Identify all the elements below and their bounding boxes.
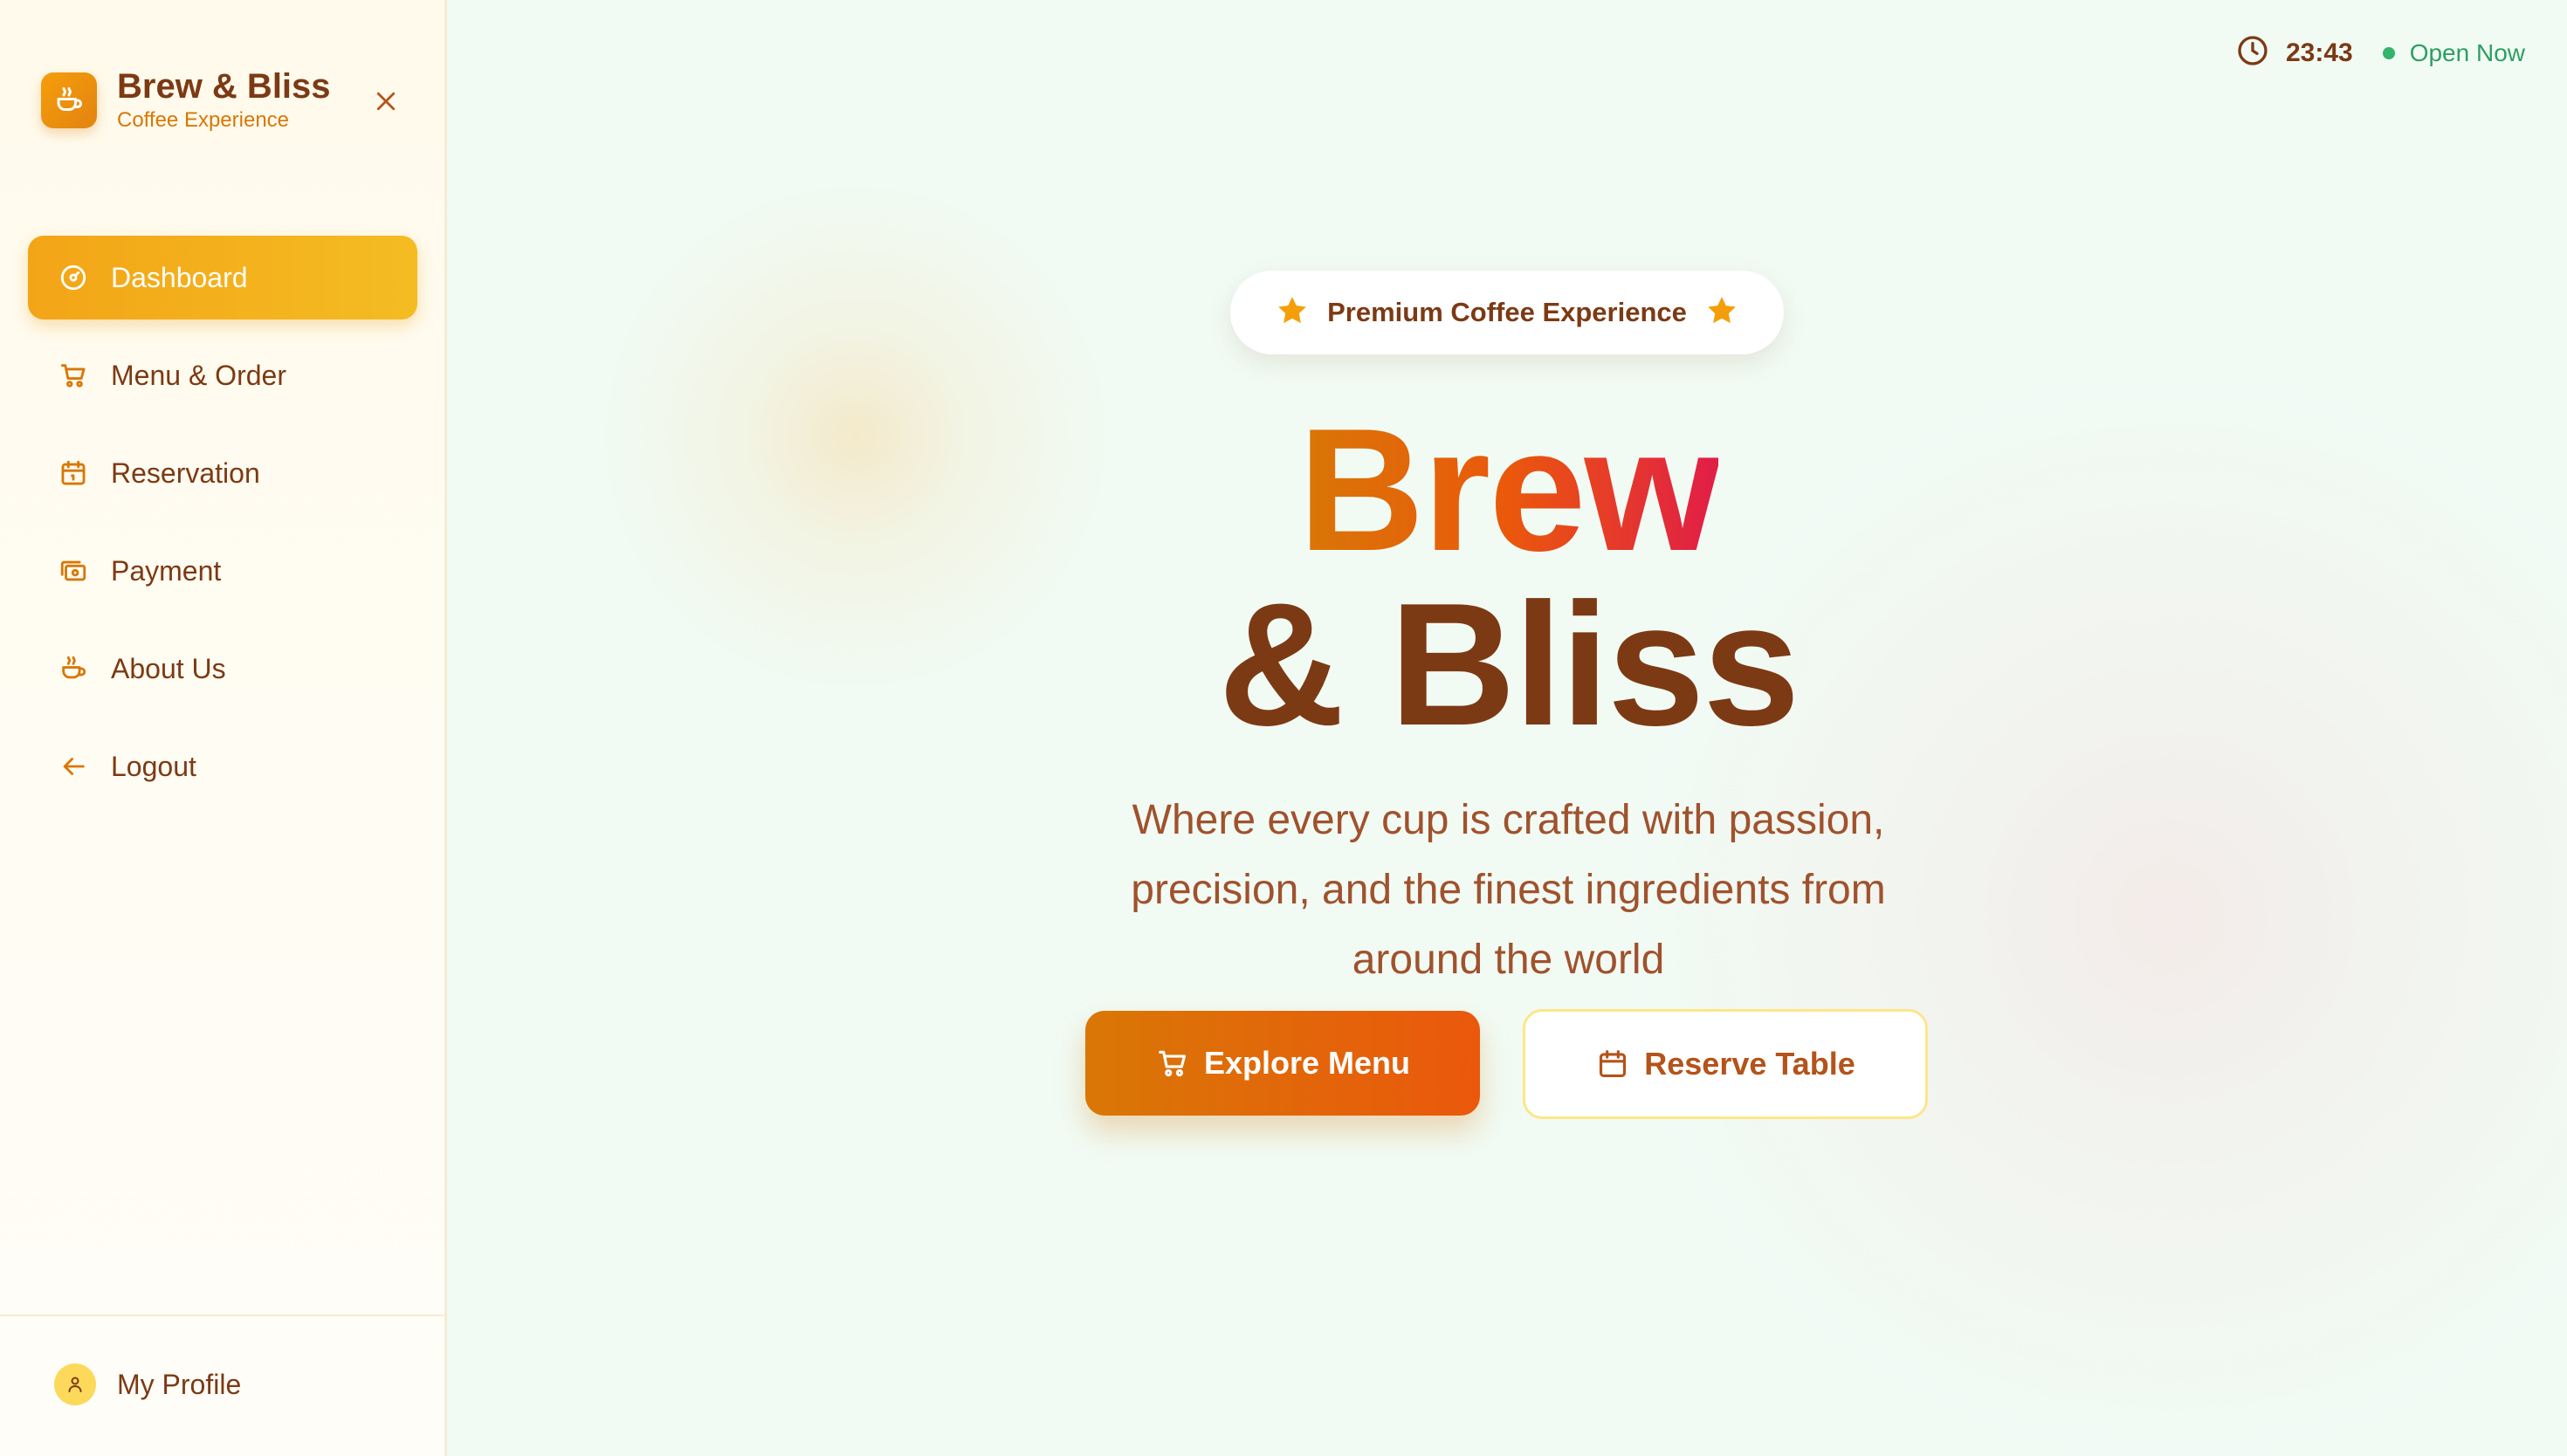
brand: Brew & Bliss Coffee Experience: [41, 66, 331, 134]
sidebar-item-payment[interactable]: Payment: [28, 529, 417, 613]
my-profile-button[interactable]: My Profile: [54, 1363, 241, 1405]
dashboard-icon: [58, 262, 89, 293]
hero-title-line1-wrap: Brew: [450, 403, 2567, 578]
star-icon: [1704, 293, 1739, 333]
coffee-cup-icon: [41, 72, 97, 128]
status-badge: Open Now: [2382, 38, 2525, 67]
clock-icon: [2235, 33, 2270, 72]
sidebar-footer: My Profile: [0, 1315, 444, 1456]
sidebar-item-label: Logout: [111, 750, 196, 782]
star-icon: [1275, 293, 1310, 333]
hero-subtitle: Where every cup is crafted with passion,…: [1131, 797, 1886, 983]
reserve-table-button[interactable]: Reserve Table: [1523, 1009, 1928, 1119]
status-text: Open Now: [2409, 38, 2525, 66]
calendar-icon: [1595, 1047, 1630, 1082]
hero-title-bliss: & Bliss: [1218, 567, 1800, 762]
status-dot-icon: [2382, 46, 2395, 59]
arrow-left-icon: [58, 751, 89, 782]
close-sidebar-button[interactable]: [367, 84, 405, 122]
reserve-table-label: Reserve Table: [1644, 1046, 1855, 1082]
sidebar-item-label: Reservation: [111, 457, 260, 489]
sidebar-nav: Dashboard Menu & Order Reservation Payme…: [28, 236, 417, 822]
profile-label: My Profile: [117, 1368, 242, 1400]
sidebar-item-dashboard[interactable]: Dashboard: [28, 236, 417, 319]
explore-menu-button[interactable]: Explore Menu: [1085, 1011, 1480, 1116]
cart-icon: [1155, 1046, 1190, 1081]
sidebar-item-logout[interactable]: Logout: [28, 725, 417, 808]
badge-text: Premium Coffee Experience: [1327, 297, 1687, 327]
explore-menu-label: Explore Menu: [1203, 1045, 1411, 1081]
brand-subtitle: Coffee Experience: [117, 108, 290, 132]
current-time: 23:43: [2285, 38, 2353, 67]
clock: 23:43: [2235, 33, 2353, 72]
brand-title: Brew & Bliss: [117, 67, 331, 106]
sidebar-item-label: Dashboard: [111, 261, 248, 293]
cart-icon: [58, 360, 89, 391]
sidebar-item-about-us[interactable]: About Us: [28, 627, 417, 711]
sidebar: Brew & Bliss Coffee Experience Dashboard: [0, 0, 447, 1456]
sidebar-item-menu-order[interactable]: Menu & Order: [28, 333, 417, 417]
main-content: 23:43 Open Now Premium Coffee Experience…: [450, 0, 2567, 1456]
premium-badge: Premium Coffee Experience: [1230, 271, 1784, 354]
payment-icon: [58, 555, 89, 587]
sidebar-item-reservation[interactable]: Reservation: [28, 431, 417, 515]
close-icon: [373, 88, 399, 119]
sidebar-item-label: About Us: [111, 652, 226, 684]
coffee-cup-icon: [58, 653, 89, 684]
sidebar-item-label: Payment: [111, 554, 222, 587]
topbar: 23:43 Open Now: [2235, 33, 2525, 72]
user-icon: [54, 1363, 96, 1405]
calendar-icon: [58, 457, 89, 489]
sidebar-item-label: Menu & Order: [111, 359, 286, 391]
hero-title-brew: Brew: [1297, 393, 1720, 587]
